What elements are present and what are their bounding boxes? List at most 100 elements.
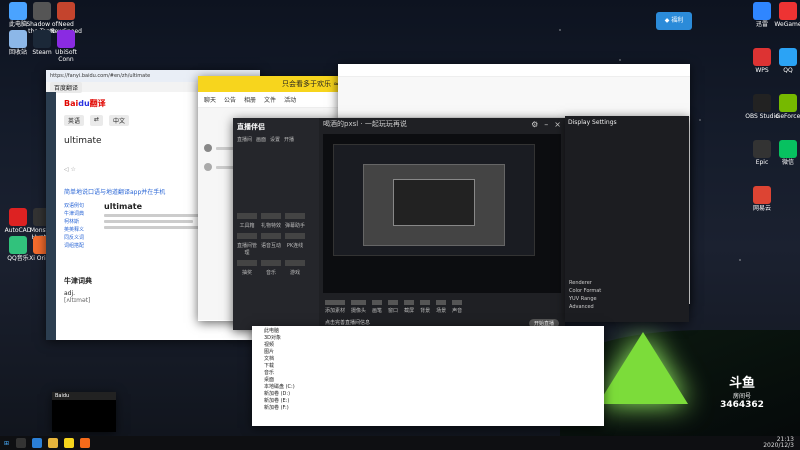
douyu-subtitle: 房间号 — [732, 393, 751, 400]
explorer-tree-item[interactable]: 新加卷 (D:) — [264, 391, 592, 398]
explorer-tree-item[interactable]: 此电脑 — [264, 328, 592, 335]
livestream-window: 直播伴侣 直播间 画面 设置 开播 工具箱 礼物特效 弹幕助手直播间管理 语音互动 PK连线抽… — [233, 118, 565, 330]
settings-icon[interactable]: ⚙ — [531, 120, 538, 129]
explorer-tree: 此电脑 3D对象 视频 图片 文档 下载 音乐 桌面 本地磁盘 (C:) 新加卷 (D:) 新加卷 … — [252, 326, 604, 414]
sidebar-link[interactable]: 同反义词 — [64, 234, 98, 242]
app-badge-icon[interactable]: ◆ 福利 — [656, 12, 692, 30]
livestream-action[interactable]: 窗口 — [388, 300, 399, 314]
livestream-tool[interactable]: 语音互动 — [261, 233, 281, 256]
app-icon — [753, 48, 771, 66]
sidebar-link[interactable]: 柯林斯 — [64, 218, 98, 226]
livestream-tool[interactable]: 弹幕助手 — [285, 213, 305, 229]
obs-panel-item[interactable]: YUV Range — [569, 295, 685, 303]
chat-tab[interactable]: 活动 — [284, 95, 296, 104]
sidebar-link[interactable]: 词组搭配 — [64, 242, 98, 250]
livestream-tool[interactable]: 音乐 — [261, 260, 281, 276]
desktop-icon-label: WeGame — [774, 21, 800, 28]
app-icon — [57, 2, 75, 20]
douyu-logo: 斗鱼 — [728, 376, 755, 391]
explorer-tree-item[interactable]: 下载 — [264, 363, 592, 370]
desktop-icon[interactable]: UbiSoft Conn — [48, 30, 84, 63]
obs-panel-item[interactable]: Color Format — [569, 287, 685, 295]
livestream-action[interactable]: 添加素材 — [325, 300, 346, 314]
livestream-tool[interactable]: 直播间管理 — [237, 233, 257, 256]
app-icon — [753, 140, 771, 158]
livestream-action[interactable]: 摄像头 — [351, 300, 367, 314]
livestream-tool[interactable]: 抽奖 — [237, 260, 257, 276]
chat-title: 只会看多于欢乐 ≈ 5 — [282, 80, 346, 88]
close-icon[interactable]: × — [554, 120, 561, 129]
desktop-icon[interactable]: GeForce — [770, 94, 800, 120]
small-preview-title: Baidu — [52, 392, 116, 400]
livestream-bottom-actions: 添加素材 摄像头 画笔 窗口 截屏 背景 场景 声音 — [319, 297, 565, 317]
preview-canvas[interactable] — [323, 134, 561, 293]
browser-icon[interactable] — [32, 438, 43, 448]
explorer-tree-item[interactable]: 视频 — [264, 342, 592, 349]
livestream-tool[interactable]: 礼物特效 — [261, 213, 281, 229]
sidebar-link[interactable]: 英英释义 — [64, 226, 98, 234]
app-icon — [779, 94, 797, 112]
clock-date[interactable]: 2020/12/3 — [763, 442, 794, 449]
livestream-toolbar: 直播间 画面 设置 开播 — [237, 136, 315, 143]
sidebar-link[interactable]: 双语例句 — [64, 202, 98, 210]
livestream-tool[interactable]: PK连线 — [285, 233, 305, 256]
douyu-watermark: 斗鱼 房间号 3464362 — [718, 372, 766, 410]
explorer-bottom: 此电脑 3D对象 视频 图片 文档 下载 音乐 桌面 本地磁盘 (C:) 新加卷 (D:) 新加卷 … — [252, 326, 604, 426]
browser-tab[interactable]: 百度翻译 — [50, 81, 83, 93]
chat-tab[interactable]: 公告 — [224, 95, 236, 104]
app-icon — [57, 30, 75, 48]
obs-panel-item[interactable]: Renderer — [569, 279, 685, 287]
livestream-action[interactable]: 截屏 — [404, 300, 415, 314]
livestream-action[interactable]: 背景 — [420, 300, 431, 314]
explorer-tree-item[interactable]: 音乐 — [264, 370, 592, 377]
minimize-icon[interactable]: – — [544, 120, 548, 129]
desktop-icon[interactable]: 网易云 — [744, 186, 780, 212]
app-icon — [779, 140, 797, 158]
obs-panel: Display Settings Renderer Color Format YUV… — [565, 116, 689, 322]
start-icon[interactable]: ⊞ — [4, 440, 9, 447]
livestream-action[interactable]: 场景 — [436, 300, 447, 314]
explorer-tree-item[interactable]: 图片 — [264, 349, 592, 356]
app-icon — [753, 94, 771, 112]
browser-url[interactable]: https://fanyi.baidu.com/#en/zh/ultimate — [50, 73, 150, 79]
livestream-tool[interactable]: 工具箱 — [237, 213, 257, 229]
chat-tab[interactable]: 聊天 — [204, 95, 216, 104]
search-icon[interactable] — [16, 438, 27, 448]
chat-tab[interactable]: 文件 — [264, 95, 276, 104]
chat-tab[interactable]: 相册 — [244, 95, 256, 104]
livestream-action[interactable]: 声音 — [452, 300, 463, 314]
avatar — [204, 144, 212, 152]
folder-icon[interactable] — [48, 438, 59, 448]
desktop-icon-label: UbiSoft Conn — [55, 49, 77, 63]
livestream-toolbar-item[interactable]: 开播 — [284, 136, 294, 143]
explorer-tree-item[interactable]: 3D对象 — [264, 335, 592, 342]
desktop-icon[interactable]: 微信 — [770, 140, 800, 166]
livestream-tool[interactable]: 游戏 — [285, 260, 305, 276]
desktop-icon-label: 网易云 — [752, 205, 771, 212]
small-preview[interactable]: Baidu — [52, 392, 116, 432]
livestream-toolbar-item[interactable]: 直播间 — [237, 136, 252, 143]
explorer-tree-item[interactable]: 新加卷 (F:) — [264, 405, 592, 412]
browser-side-rail — [46, 92, 56, 340]
desktop-icon-label: QQ — [783, 67, 793, 74]
desktop-icon[interactable]: WeGame — [770, 2, 800, 28]
livestream-toolbar-item[interactable]: 画面 — [256, 136, 266, 143]
app-icon — [779, 48, 797, 66]
explorer-tree-item[interactable]: 本地磁盘 (C:) — [264, 384, 592, 391]
sidebar-link[interactable]: 牛津词典 — [64, 210, 98, 218]
livestream-title: 喝酒的pxsl · 一起玩玩再说 — [323, 120, 407, 128]
explorer-tree-item[interactable]: 文档 — [264, 356, 592, 363]
explorer-tree-item[interactable]: 新加卷 (E:) — [264, 398, 592, 405]
taskbar: ⊞ 21:13 2020/12/3 — [0, 436, 800, 450]
desktop-icon[interactable]: QQ — [770, 48, 800, 74]
livestream-action[interactable]: 画笔 — [372, 300, 383, 314]
livestream-icon[interactable] — [80, 438, 91, 448]
desktop-icon-label: 微信 — [781, 159, 794, 166]
obs-panel-item[interactable]: Advanced — [569, 303, 685, 311]
chat-icon[interactable] — [64, 438, 75, 448]
livestream-brand: 直播伴侣 — [237, 123, 265, 131]
livestream-toolbar-item[interactable]: 设置 — [270, 136, 280, 143]
livestream-tools: 工具箱 礼物特效 弹幕助手直播间管理 语音互动 PK连线抽奖 音乐 游戏 — [237, 213, 315, 276]
explorer-tree-item[interactable]: 桌面 — [264, 377, 592, 384]
avatar — [204, 163, 212, 171]
